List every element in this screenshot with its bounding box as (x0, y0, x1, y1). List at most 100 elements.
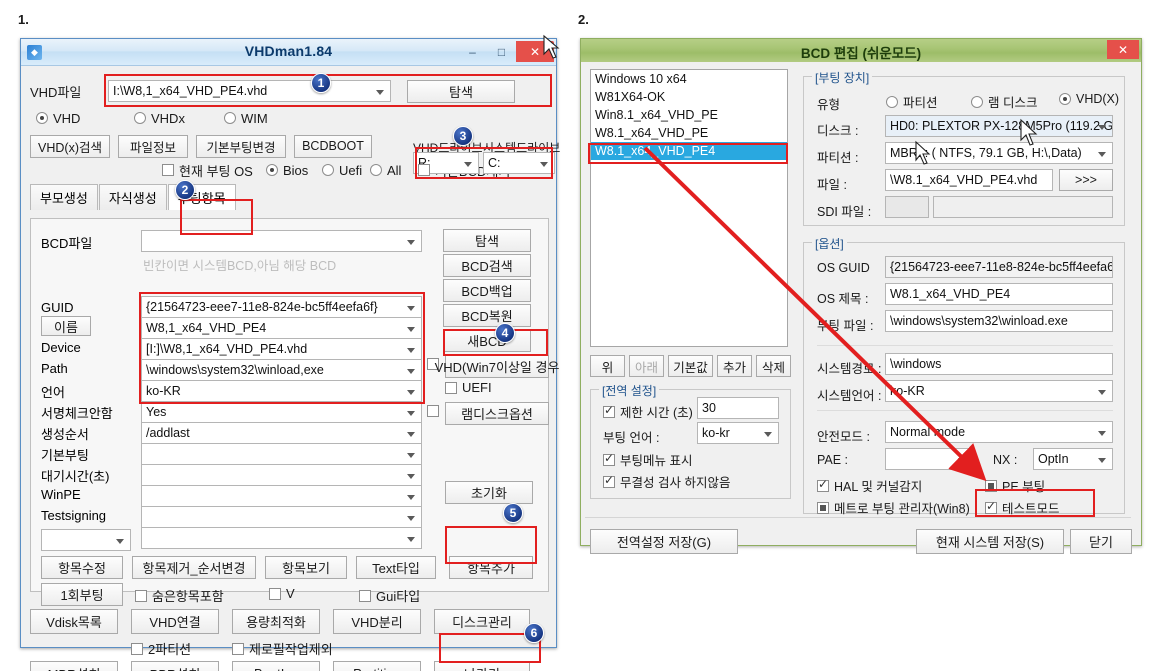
file-input[interactable]: \W8.1_x64_VHD_PE4.vhd (885, 169, 1053, 191)
remove-reorder-entry-button[interactable]: 항목제거_순서변경 (132, 556, 256, 579)
extra-value-combo[interactable] (141, 527, 422, 549)
uefi-check[interactable]: UEFI (445, 380, 492, 395)
radio-vhd[interactable]: VHD (36, 111, 134, 126)
close-dialog-button[interactable]: 닫기 (1070, 529, 1132, 554)
boot-language-combo[interactable]: ko-kr (697, 422, 779, 444)
maximize-button[interactable]: □ (487, 41, 516, 62)
vhd-attach-button[interactable]: VHD연결 (131, 609, 219, 634)
name-combo[interactable]: W8,1_x64_VHD_PE4 (141, 317, 422, 339)
move-down-button[interactable]: 아래 (629, 355, 664, 377)
bcd-new-button[interactable]: 새BCD (443, 329, 531, 352)
set-default-button[interactable]: 기본값 (668, 355, 713, 377)
partition-combo[interactable]: MBR1: ( NTFS, 79.1 GB, H:\,Data) (885, 142, 1113, 164)
safe-mode-combo[interactable]: Normal mode (885, 421, 1113, 443)
view-entry-button[interactable]: 항목보기 (265, 556, 347, 579)
radio-vhdx-type[interactable]: VHD(X) (1059, 92, 1119, 106)
show-boot-menu-check[interactable]: 부팅메뉴 표시 (603, 450, 692, 469)
change-default-boot-button[interactable]: 기본부팅변경 (196, 134, 286, 158)
bcd-file-combo[interactable] (141, 230, 422, 252)
timeout-combo[interactable] (141, 464, 422, 486)
reset-button[interactable]: 초기화 (445, 481, 533, 504)
guid-combo[interactable]: {21564723-eee7-11e8-824e-bc5ff4eefa6f} (141, 296, 422, 318)
name-button[interactable]: 이름 (41, 316, 91, 336)
pbr-install-button[interactable]: PBR설치 (131, 661, 219, 671)
boot-file-input[interactable]: \windows\system32\winload.exe (885, 310, 1113, 332)
add-button[interactable]: 추가 (717, 355, 752, 377)
radio-ramdisk[interactable]: 램 디스크 (971, 92, 1037, 111)
list-item[interactable]: W8.1_x64_VHD_PE (591, 124, 787, 142)
ramdisk-check[interactable] (427, 405, 444, 417)
disk-combo[interactable]: HD0: PLEXTOR PX-128M5Pro (119.2 GB, C: H… (885, 115, 1113, 137)
hal-kernel-detect-check[interactable]: HAL 및 커널감지 (817, 476, 922, 495)
test-mode-check[interactable]: 테스트모드 (985, 498, 1060, 517)
timeout-check[interactable]: 제한 시간 (초) (603, 402, 693, 421)
winpe-combo[interactable] (141, 485, 422, 507)
nx-combo[interactable]: OptIn (1033, 448, 1113, 470)
bcd-backup-button[interactable]: BCD백업 (443, 279, 531, 302)
list-item[interactable]: Win8.1_x64_VHD_PE (591, 106, 787, 124)
bcdboot-button[interactable]: BCDBOOT (294, 134, 372, 158)
pe-boot-check[interactable]: PE 부팅 (985, 476, 1045, 495)
skip-integrity-check[interactable]: 무결성 검사 하지않음 (603, 472, 730, 491)
vhd-win7-button[interactable]: VHD(Win7이상일 경우 (435, 355, 559, 378)
edit-entry-button[interactable]: 항목수정 (41, 556, 123, 579)
testsigning-combo[interactable] (141, 506, 422, 528)
save-global-settings-button[interactable]: 전역설정 저장(G) (590, 529, 738, 554)
include-hidden-entries-check[interactable]: 숨은항목포함 (135, 586, 224, 605)
compact-vhd-button[interactable]: 용량최적화 (232, 609, 320, 634)
extra-param-combo[interactable] (41, 529, 131, 551)
create-order-combo[interactable]: /addlast (141, 422, 422, 444)
one-time-boot-button[interactable]: 1회부팅 (41, 583, 123, 606)
ramdisk-options-button[interactable]: 램디스크옵션 (445, 402, 549, 425)
bcd-browse-button[interactable]: 탐색 (443, 229, 531, 252)
save-current-system-button[interactable]: 현재 시스템 저장(S) (916, 529, 1064, 554)
boot-entry-listbox[interactable]: Windows 10 x64 W81X64-OK Win8.1_x64_VHD_… (590, 69, 788, 347)
tab-parent-create[interactable]: 부모생성 (30, 184, 98, 210)
minimize-button[interactable]: – (458, 41, 487, 62)
radio-bios[interactable]: Bios (266, 163, 322, 178)
v-check[interactable]: V (269, 586, 295, 601)
current-boot-os-check[interactable]: 현재 부팅 OS (162, 161, 266, 180)
device-combo[interactable]: [I:]\W8,1_x64_VHD_PE4.vhd (141, 338, 422, 360)
file-info-button[interactable]: 파일정보 (118, 134, 188, 158)
move-up-button[interactable]: 위 (590, 355, 625, 377)
list-item[interactable]: Windows 10 x64 (591, 70, 787, 88)
disk-management-button[interactable]: 디스크관리 (434, 609, 530, 634)
timeout-input[interactable]: 30 (697, 397, 779, 419)
list-item[interactable]: W81X64-OK (591, 88, 787, 106)
pae-combo[interactable] (885, 448, 973, 470)
vhd-file-combo[interactable]: I:\W8,1_x64_VHD_PE4.vhd (108, 80, 391, 102)
skip-zerofill-check[interactable]: 제로필작업제외 (232, 639, 333, 658)
search-vhd-button[interactable]: VHD(x)검색 (30, 134, 110, 158)
vhd-file-browse-button[interactable]: 탐색 (407, 79, 515, 103)
default-boot-combo[interactable] (141, 443, 422, 465)
tab-child-create[interactable]: 자식생성 (98, 184, 167, 210)
path-combo[interactable]: \windows\system32\winload,exe (141, 359, 422, 381)
vhd-detach-button[interactable]: VHD분리 (333, 609, 421, 634)
os-guid-input[interactable]: {21564723-eee7-11e8-824e-bc5ff4eefa6f} (885, 256, 1113, 278)
radio-wim[interactable]: WIM (224, 111, 304, 126)
two-partition-check[interactable]: 2파티션 (131, 639, 191, 658)
list-item-selected[interactable]: W8.1_x64_VHD_PE4 (591, 142, 787, 160)
text-type-button[interactable]: Text타입 (356, 556, 436, 579)
mbr-install-button[interactable]: MBR설치 (30, 661, 118, 671)
partition-button[interactable]: Partition (333, 661, 421, 671)
system-language-combo[interactable]: ko-KR (885, 380, 1113, 402)
vdisk-list-button[interactable]: Vdisk목록 (30, 609, 118, 634)
system-drive-combo[interactable]: C: (483, 152, 555, 174)
radio-partition[interactable]: 파티션 (886, 92, 938, 111)
exit-button[interactable]: 나가기 (434, 661, 530, 671)
radio-vhdx[interactable]: VHDx (134, 111, 224, 126)
system-path-input[interactable]: \windows (885, 353, 1113, 375)
radio-uefi[interactable]: Uefi (322, 163, 370, 178)
os-title-input[interactable]: W8.1_x64_VHD_PE4 (885, 283, 1113, 305)
bcd-close-button[interactable]: ✕ (1107, 40, 1139, 59)
bootice-button[interactable]: BootIce (232, 661, 320, 671)
metro-boot-manager-check[interactable]: 메트로 부팅 관리자(Win8) (817, 498, 970, 517)
language-combo[interactable]: ko-KR (141, 380, 422, 402)
add-entry-button[interactable]: 항목추가 (449, 556, 533, 579)
file-browse-button[interactable]: >>> (1059, 169, 1113, 191)
delete-button[interactable]: 삭제 (756, 355, 791, 377)
gui-type-check[interactable]: Gui타입 (359, 586, 420, 605)
sdi-file-input[interactable] (933, 196, 1113, 218)
